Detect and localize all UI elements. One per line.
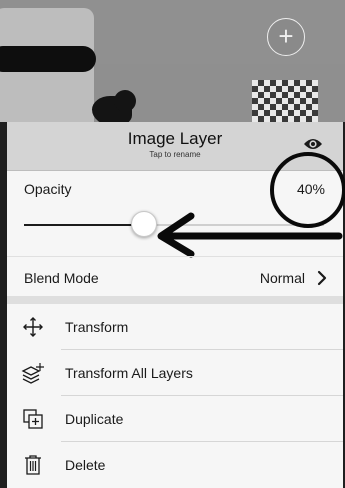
menu-item-label: Duplicate — [65, 411, 124, 427]
layer-properties-sheet: Image Layer Tap to rename Opacity 40% Bl… — [7, 122, 345, 488]
menu-item-delete[interactable]: Delete — [7, 442, 343, 488]
opacity-slider-fill — [24, 224, 144, 226]
blend-mode-row[interactable]: Blend Mode Normal — [7, 256, 343, 299]
layers-move-icon — [21, 363, 44, 384]
brush-stroke-blob-2 — [114, 90, 136, 112]
duplicate-icon — [23, 409, 43, 429]
menu-item-transform-all-layers[interactable]: Transform All Layers — [7, 350, 343, 396]
trash-icon — [25, 455, 41, 475]
arrow-annotation — [157, 212, 343, 258]
menu-item-transform[interactable]: Transform — [7, 304, 343, 350]
menu-item-label: Transform — [65, 319, 129, 335]
layer-thumbnail[interactable] — [252, 80, 318, 122]
menu-item-label: Delete — [65, 457, 106, 473]
blend-mode-value: Normal — [259, 270, 305, 286]
move-arrows-icon — [23, 317, 43, 337]
menu-item-duplicate[interactable]: Duplicate — [7, 396, 343, 442]
eye-icon[interactable] — [303, 136, 323, 152]
blend-mode-label: Blend Mode — [24, 270, 99, 286]
opacity-label: Opacity — [24, 181, 72, 197]
menu-item-label: Transform All Layers — [65, 365, 193, 381]
brush-stroke — [0, 46, 96, 72]
canvas-area: + — [0, 0, 345, 122]
layer-title[interactable]: Image Layer — [7, 129, 343, 149]
chevron-right-icon — [317, 270, 327, 286]
add-layer-button[interactable]: + — [267, 18, 305, 56]
plus-icon: + — [278, 21, 294, 51]
section-separator — [7, 296, 343, 304]
